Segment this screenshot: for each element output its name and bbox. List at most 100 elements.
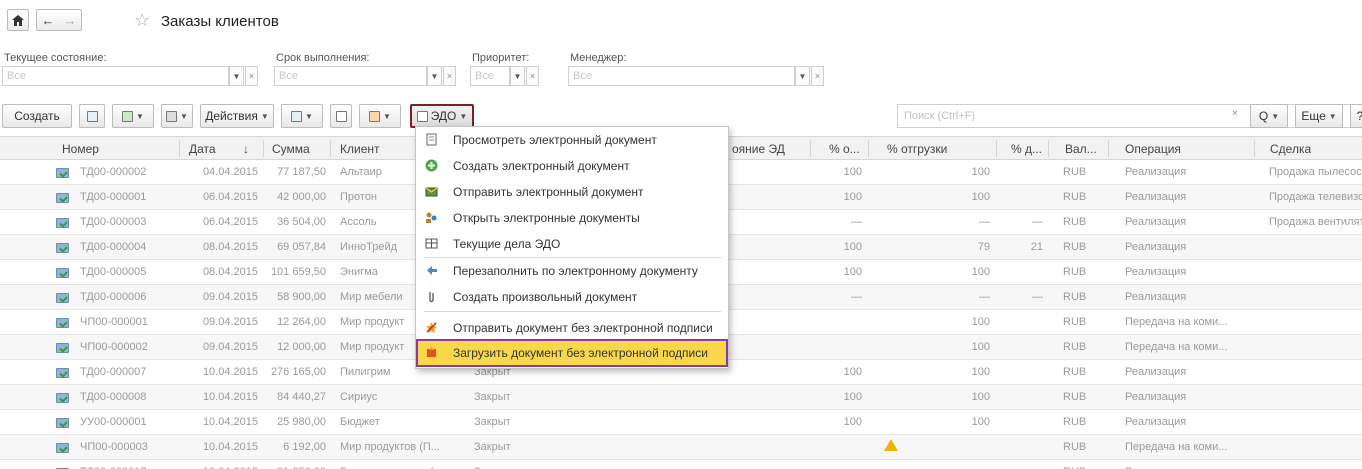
filter-manager-dropdown[interactable]: ▼ xyxy=(795,66,810,86)
cell-pct-shipped: 79 xyxy=(977,241,990,253)
cell-date: 08.04.2015 xyxy=(202,241,258,253)
home-button[interactable] xyxy=(7,9,29,31)
cell-currency: RUB xyxy=(1063,241,1087,253)
cell-number: ТД00-000003 xyxy=(80,216,147,228)
document-status-icon xyxy=(56,318,69,328)
cell-number: ТД00-000008 xyxy=(80,391,147,403)
filter-manager-field[interactable]: Все xyxy=(568,66,795,86)
cell-pct-paid: 100 xyxy=(843,416,862,428)
plus-circle-icon xyxy=(425,159,438,172)
cell-operation: Передача на коми... xyxy=(1125,341,1228,353)
title-bar: ← → ☆ Заказы клиентов xyxy=(0,0,1362,42)
cell-sum: 58 900,00 xyxy=(277,291,326,303)
cell-pct-paid: — xyxy=(851,216,862,228)
col-date[interactable]: Дата xyxy=(189,142,216,156)
more-button[interactable]: Еще ▼ xyxy=(1295,104,1343,128)
create-based-button[interactable]: ▼ xyxy=(112,104,154,128)
reports-button[interactable]: ▼ xyxy=(281,104,323,128)
forward-button[interactable]: → xyxy=(64,13,77,28)
filter-state-clear[interactable]: × xyxy=(245,66,258,86)
document-status-icon xyxy=(56,393,69,403)
send-icon xyxy=(425,187,438,197)
document-status-icon xyxy=(56,293,69,303)
col-pct-paid[interactable]: % о... xyxy=(829,142,860,156)
search-clear-icon[interactable]: × xyxy=(1232,108,1238,119)
journal-button[interactable] xyxy=(330,104,352,128)
favorite-star-icon[interactable]: ☆ xyxy=(134,11,150,29)
table-row[interactable]: ТД00-000008 10.04.2015 84 440,27 Сириус Закр… xyxy=(0,385,1362,410)
document-status-icon xyxy=(56,243,69,253)
actions-label: Действия xyxy=(205,109,258,123)
paperclip-icon xyxy=(429,292,434,303)
copy-button[interactable] xyxy=(79,104,105,128)
search-input[interactable]: Поиск (Ctrl+F) xyxy=(897,104,1359,128)
menu-item-send-unsigned[interactable]: Отправить документ без электронной подпи… xyxy=(416,315,728,341)
cell-date: 06.04.2015 xyxy=(202,216,258,228)
filter-priority-dropdown[interactable]: ▼ xyxy=(510,66,525,86)
filter-manager-clear[interactable]: × xyxy=(811,66,824,86)
cell-sum: 101 659,50 xyxy=(270,266,326,278)
cell-pct-shipped: — xyxy=(979,291,990,303)
filter-deadline-dropdown[interactable]: ▼ xyxy=(427,66,442,86)
create-button[interactable]: Создать xyxy=(2,104,72,128)
edo-label: ЭДО xyxy=(430,109,457,123)
menu-item-send-edoc[interactable]: Отправить электронный документ xyxy=(416,179,728,205)
menu-item-current-tasks[interactable]: Текущие дела ЭДО xyxy=(416,231,728,257)
cell-sum: 77 187,50 xyxy=(277,166,326,178)
help-button[interactable]: ? xyxy=(1350,104,1362,128)
menu-item-create-arbitrary[interactable]: Создать произвольный документ xyxy=(416,284,728,310)
cell-pct-shipped: 100 xyxy=(971,166,990,178)
cell-sum: 25 980,00 xyxy=(277,416,326,428)
table-row[interactable]: УУ00-000001 10.04.2015 25 980,00 Бюджет Закр… xyxy=(0,410,1362,435)
actions-button[interactable]: Действия ▼ xyxy=(200,104,274,128)
col-edo-state[interactable]: ояние ЭД xyxy=(732,142,785,156)
search-button[interactable]: Q ▼ xyxy=(1250,104,1288,128)
filter-label-manager: Менеджер: xyxy=(570,52,627,64)
edo-button[interactable]: ЭДО ▼ xyxy=(410,104,474,128)
cell-pct-shipped: 100 xyxy=(971,191,990,203)
filter-deadline-clear[interactable]: × xyxy=(443,66,456,86)
cell-pct-paid: 100 xyxy=(843,266,862,278)
menu-item-label: Отправить документ без электронной подпи… xyxy=(453,321,713,335)
col-currency[interactable]: Вал... xyxy=(1065,142,1097,156)
menu-item-load-unsigned[interactable]: Загрузить документ без электронной подпи… xyxy=(416,339,728,367)
cell-operation: Реализация xyxy=(1125,241,1187,253)
menu-item-view-edoc[interactable]: Просмотреть электронный документ xyxy=(416,127,728,153)
menu-item-label: Открыть электронные документы xyxy=(453,211,640,225)
warning-icon xyxy=(884,439,898,451)
cell-sum: 12 264,00 xyxy=(277,316,326,328)
col-pct-shipped[interactable]: % отгрузки xyxy=(887,142,947,156)
table-row[interactable]: ТД00-00001710.04.201531 350,00Бытовая те… xyxy=(0,460,1362,469)
col-deal[interactable]: Сделка xyxy=(1270,142,1311,156)
cell-deal: Продажа телевизо... xyxy=(1269,191,1362,203)
cell-number: ТД00-000001 xyxy=(80,191,147,203)
filter-state-dropdown[interactable]: ▼ xyxy=(229,66,244,86)
menu-item-create-edoc[interactable]: Создать электронный документ xyxy=(416,153,728,179)
col-sum[interactable]: Сумма xyxy=(272,142,310,156)
menu-item-refill[interactable]: Перезаполнить по электронному документу xyxy=(416,258,728,284)
cell-currency: RUB xyxy=(1063,341,1087,353)
table-row[interactable]: ЧП00-000003 10.04.2015 6 192,00 Мир продукт… xyxy=(0,435,1362,460)
filter-state-field[interactable]: Все xyxy=(2,66,229,86)
print-button[interactable]: ▼ xyxy=(161,104,193,128)
back-button[interactable]: ← xyxy=(42,13,55,28)
cell-number: ТД00-000004 xyxy=(80,241,147,253)
cell-pct-debt: — xyxy=(1032,291,1043,303)
filter-deadline-field[interactable]: Все xyxy=(274,66,427,86)
cell-number: ТД00-000006 xyxy=(80,291,147,303)
edo-dropdown-menu: Просмотреть электронный документ Создать… xyxy=(415,126,729,369)
filter-priority-field[interactable]: Все xyxy=(470,66,510,86)
filter-priority-clear[interactable]: × xyxy=(526,66,539,86)
cell-currency: RUB xyxy=(1063,391,1087,403)
menu-item-label: Отправить электронный документ xyxy=(453,185,644,199)
col-pct-debt[interactable]: % д... xyxy=(1011,142,1042,156)
create-based-icon xyxy=(122,110,134,122)
col-operation[interactable]: Операция xyxy=(1125,142,1181,156)
cell-pct-debt: — xyxy=(1032,216,1043,228)
documents-button[interactable]: ▼ xyxy=(359,104,401,128)
cell-date: 09.04.2015 xyxy=(202,291,258,303)
col-client[interactable]: Клиент xyxy=(340,142,380,156)
menu-item-open-edocs[interactable]: Открыть электронные документы xyxy=(416,205,728,231)
col-number[interactable]: Номер xyxy=(62,142,99,156)
cell-pct-paid: — xyxy=(851,291,862,303)
